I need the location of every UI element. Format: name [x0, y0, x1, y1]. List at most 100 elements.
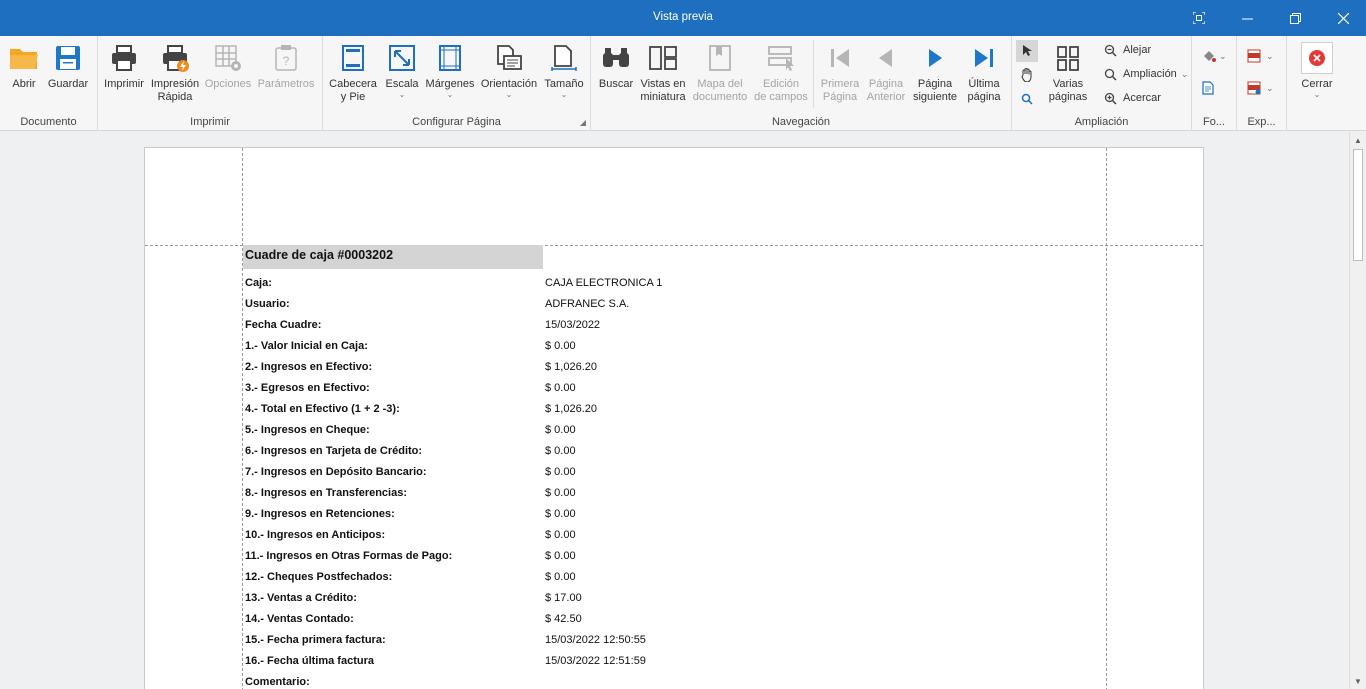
restore-button[interactable] [1272, 0, 1318, 36]
anterior-label-2: Anterior [866, 91, 906, 103]
watermark-button[interactable] [1202, 81, 1214, 98]
report-row-label: Fecha Cuadre: [245, 319, 322, 331]
focus-mode-button[interactable] [1176, 0, 1222, 36]
mapa-documento-button[interactable]: Mapa del documento [691, 42, 749, 104]
report-row-value: $ 0.00 [545, 487, 576, 499]
folder-icon [8, 42, 40, 74]
report-row-label: 11.- Ingresos en Otras Formas de Pago: [245, 550, 453, 562]
report-row-label: 12.- Cheques Postfechados: [245, 571, 393, 583]
preview-workspace[interactable]: Cuadre de caja #0003202 Caja: CAJA ELECTR… [0, 132, 1349, 689]
varias-paginas-button[interactable]: Varias páginas [1042, 42, 1094, 104]
report-row: 10.- Ingresos en Anticipos: $ 0.00 [243, 524, 1043, 545]
restore-icon [1289, 12, 1301, 24]
ultima-pagina-button[interactable]: Última página [963, 42, 1005, 104]
dialog-launcher-icon[interactable]: ◢ [580, 118, 586, 127]
parametros-label: Parámetros [257, 78, 315, 90]
export-pdf-button[interactable]: ⌄ [1247, 49, 1274, 63]
guardar-label: Guardar [47, 78, 89, 90]
ultima-label-1: Última [968, 78, 1000, 90]
multiple-pages-icon [1052, 42, 1084, 74]
vistas-label-1: Vistas en [640, 78, 686, 90]
margenes-button[interactable]: Márgenes ⌄ [425, 42, 475, 99]
edicion-label-1: Edición [762, 78, 800, 90]
alejar-button[interactable]: Alejar [1102, 39, 1151, 61]
clipboard-params-icon: ? [270, 42, 302, 74]
minimize-button[interactable] [1224, 0, 1270, 36]
group-cerrar: Cerrar ⌄ [1287, 36, 1349, 131]
report-row: 9.- Ingresos en Retenciones: $ 0.00 [243, 503, 1043, 524]
group-label-fondo: Fo... [1202, 116, 1225, 128]
vistas-miniatura-button[interactable]: Vistas en miniatura [639, 42, 687, 104]
report-row: 6.- Ingresos en Tarjeta de Crédito: $ 0.0… [243, 440, 1043, 461]
report-row-label: 16.- Fecha última factura [245, 655, 374, 667]
magnifier-icon [1021, 93, 1033, 105]
group-label-exportar: Exp... [1247, 116, 1276, 128]
group-ampliacion: Varias páginas Alejar Ampliación ⌄ Acerc… [1012, 36, 1192, 131]
report-row-value: $ 0.00 [545, 508, 576, 520]
report-row-label: 1.- Valor Inicial en Caja: [245, 340, 368, 352]
impresion-rapida-button[interactable]: Impresión Rápida [150, 42, 200, 104]
cerrar-dropdown-icon: ⌄ [1313, 90, 1321, 99]
orientacion-button[interactable]: Orientación ⌄ [479, 42, 539, 99]
imprimir-label: Imprimir [104, 78, 144, 90]
mapa-label-1: Mapa del [697, 78, 743, 90]
cabecera-label-2: y Pie [340, 91, 366, 103]
send-pdf-button[interactable]: ⌄ [1247, 81, 1274, 95]
report-row-value: $ 17.00 [545, 592, 582, 604]
title-bar: Vista previa [0, 0, 1366, 36]
acercar-label: Acercar [1123, 92, 1161, 104]
close-window-button[interactable] [1320, 0, 1366, 36]
window-title: Vista previa [653, 11, 713, 23]
scroll-up-arrow-icon[interactable]: ▲ [1350, 132, 1366, 148]
impresion-rapida-label-2: Rápida [157, 91, 193, 103]
opciones-button[interactable]: Opciones [204, 42, 252, 91]
report-row-label: 5.- Ingresos en Cheque: [245, 424, 370, 436]
edicion-campos-button[interactable]: Edición de campos [753, 42, 809, 104]
report-row-label: 8.- Ingresos en Transferencias: [245, 487, 408, 499]
magnifier-tool-button[interactable] [1016, 88, 1038, 110]
imprimir-button[interactable]: Imprimir [104, 42, 144, 91]
primera-label-1: Primera [820, 78, 860, 90]
page-color-button[interactable]: ⌄ [1202, 49, 1227, 63]
pagina-siguiente-button[interactable]: Página siguiente [911, 42, 959, 104]
report-row-label: 3.- Egresos en Efectivo: [245, 382, 370, 394]
pagina-anterior-button[interactable]: Página Anterior [865, 42, 907, 104]
quick-print-icon [159, 42, 191, 74]
tamano-button[interactable]: Tamaño ⌄ [543, 42, 585, 99]
send-chevron-down-icon: ⌄ [1266, 82, 1274, 93]
pointer-tool-button[interactable] [1016, 40, 1038, 62]
options-grid-icon [212, 42, 244, 74]
varias-label-2: páginas [1048, 91, 1088, 103]
ampliacion-dropdown[interactable]: Ampliación ⌄ [1102, 63, 1188, 85]
scroll-down-arrow-icon[interactable]: ▼ [1350, 673, 1366, 689]
cerrar-button[interactable]: Cerrar ⌄ [1297, 42, 1337, 99]
group-label-imprimir: Imprimir [190, 116, 230, 128]
group-navegacion: Buscar Vistas en miniatura Mapa del docu… [591, 36, 1012, 131]
primera-label-2: Página [822, 91, 858, 103]
vertical-scrollbar[interactable]: ▲ ▼ [1349, 132, 1366, 689]
scrollbar-thumb[interactable] [1353, 149, 1363, 261]
group-configurar-pagina: Cabecera y Pie Escala ⌄ Márgenes ⌄ Orien… [323, 36, 591, 131]
report-row: 7.- Ingresos en Depósito Bancario: $ 0.00 [243, 461, 1043, 482]
export-chevron-down-icon: ⌄ [1266, 50, 1274, 61]
report-row-value: $ 0.00 [545, 382, 576, 394]
zoom-in-icon [1102, 90, 1118, 106]
report-row-value: $ 0.00 [545, 340, 576, 352]
vistas-label-2: miniatura [640, 91, 686, 103]
cabecera-pie-button[interactable]: Cabecera y Pie [329, 42, 377, 104]
hand-tool-button[interactable] [1016, 64, 1038, 86]
report-row: 1.- Valor Inicial en Caja: $ 0.00 [243, 335, 1043, 356]
navigation-separator [813, 40, 814, 108]
report-row-value: $ 0.00 [545, 445, 576, 457]
group-imprimir: Imprimir Impresión Rápida Opciones ? Par… [98, 36, 323, 131]
report-row: 15.- Fecha primera factura: 15/03/2022 12… [243, 629, 1043, 650]
buscar-button[interactable]: Buscar [597, 42, 635, 91]
acercar-button[interactable]: Acercar [1102, 87, 1161, 109]
escala-button[interactable]: Escala ⌄ [383, 42, 421, 99]
primera-pagina-button[interactable]: Primera Página [819, 42, 861, 104]
abrir-button[interactable]: Abrir [8, 42, 40, 91]
report-row: Usuario: ADFRANEC S.A. [243, 293, 1043, 314]
guardar-button[interactable]: Guardar [48, 42, 88, 91]
report-row-label: 6.- Ingresos en Tarjeta de Crédito: [245, 445, 423, 457]
parametros-button[interactable]: ? Parámetros [256, 42, 316, 91]
